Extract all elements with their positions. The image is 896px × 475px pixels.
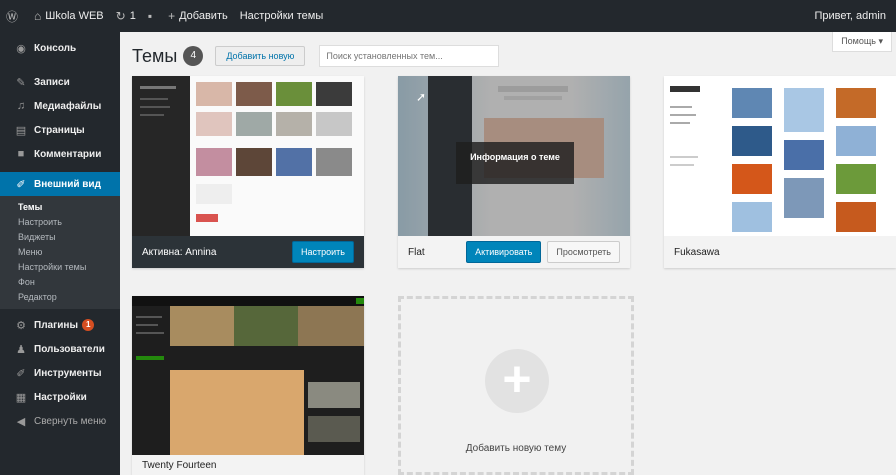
submenu-menus[interactable]: Меню	[0, 245, 120, 260]
collapse-menu-button[interactable]: ◀ Свернуть меню	[0, 409, 120, 433]
preview-theme-button[interactable]: Просмотреть	[547, 241, 620, 263]
customize-link[interactable]: Настройки темы	[234, 0, 330, 32]
user-icon: ♟	[16, 343, 26, 356]
theme-count-badge: 4	[183, 46, 204, 66]
page-icon: ▤	[15, 124, 27, 137]
activate-theme-button[interactable]: Активировать	[466, 241, 542, 263]
brush-icon: ✐	[16, 178, 26, 191]
theme-card-fukasawa[interactable]: Fukasawa	[664, 76, 896, 268]
add-new-theme-card[interactable]: + Добавить новую тему	[398, 296, 634, 475]
menu-plugins[interactable]: ⚙ Плагины 1	[0, 313, 120, 337]
cursor-icon: ➚	[416, 90, 427, 104]
admin-sidebar: ◉ Консоль ✎ Записи ♫ Медиафайлы ▤ Страницы ■…	[0, 32, 120, 475]
submenu-background[interactable]: Фон	[0, 275, 120, 290]
settings-icon: ▦	[15, 391, 27, 404]
menu-appearance[interactable]: ✐ Внешний вид	[0, 172, 120, 196]
pin-icon: ✎	[16, 76, 26, 89]
theme-actions-bar: Flat Активировать Просмотреть	[398, 236, 630, 268]
theme-actions-bar: Fukasawa	[664, 236, 896, 268]
theme-actions-bar: Twenty Fourteen	[132, 455, 364, 475]
theme-name: Fukasawa	[674, 246, 720, 258]
my-account-link[interactable]: Привет, admin	[808, 0, 896, 32]
comment-icon: ■	[17, 148, 25, 160]
theme-screenshot	[132, 76, 364, 236]
themes-page: Помощь ▾ Темы 4 Добавить новую Поиск уст…	[120, 32, 896, 475]
page-header: Темы 4 Добавить новую	[132, 44, 500, 68]
theme-name: Flat	[408, 246, 425, 258]
plugins-update-badge: 1	[82, 319, 95, 331]
submenu-customize[interactable]: Настроить	[0, 215, 120, 230]
plus-icon: +	[485, 349, 549, 413]
wrench-icon: ✐	[16, 367, 26, 380]
updates-link[interactable]: ↻ 1	[110, 0, 142, 32]
updates-icon: ↻	[115, 9, 126, 23]
collapse-icon: ◀	[16, 415, 26, 428]
theme-screenshot: ➚ Информация о теме	[398, 76, 630, 236]
add-new-theme-button[interactable]: Добавить новую	[215, 46, 306, 66]
menu-dashboard[interactable]: ◉ Консоль	[0, 36, 120, 60]
search-themes-input[interactable]	[319, 45, 500, 67]
plugin-icon: ⚙	[16, 319, 26, 332]
theme-screenshot	[132, 296, 364, 456]
page-title: Темы	[132, 45, 178, 66]
submenu-widgets[interactable]: Виджеты	[0, 230, 120, 245]
menu-pages[interactable]: ▤ Страницы	[0, 118, 120, 142]
menu-users[interactable]: ♟ Пользователи	[0, 337, 120, 361]
submenu-editor[interactable]: Редактор	[0, 290, 120, 305]
media-icon: ♫	[16, 100, 26, 112]
menu-comments[interactable]: ■ Комментарии	[0, 142, 120, 166]
menu-media[interactable]: ♫ Медиафайлы	[0, 94, 120, 118]
menu-settings[interactable]: ▦ Настройки	[0, 385, 120, 409]
home-icon: ⌂	[34, 9, 42, 23]
theme-card-twenty-fourteen[interactable]: Twenty Fourteen	[132, 296, 364, 475]
new-content-link[interactable]: + Добавить	[162, 0, 234, 32]
plus-icon: +	[168, 9, 176, 23]
wordpress-icon: Ⓦ	[6, 9, 19, 24]
help-tab-button[interactable]: Помощь ▾	[832, 32, 892, 52]
theme-screenshot	[664, 76, 896, 236]
submenu-themes[interactable]: Темы	[0, 200, 120, 215]
theme-name: Активна: Annina	[142, 246, 217, 258]
theme-card-annina[interactable]: Активна: Annina Настроить	[132, 76, 364, 268]
theme-card-flat[interactable]: ➚ Информация о теме Flat Активировать Пр…	[398, 76, 630, 268]
submenu-theme-settings[interactable]: Настройки темы	[0, 260, 120, 275]
wordpress-logo-button[interactable]: Ⓦ	[0, 0, 28, 32]
theme-name: Twenty Fourteen	[142, 459, 217, 471]
menu-tools[interactable]: ✐ Инструменты	[0, 361, 120, 385]
comments-link[interactable]: ▪	[142, 0, 162, 32]
menu-posts[interactable]: ✎ Записи	[0, 70, 120, 94]
theme-actions-bar: Активна: Annina Настроить	[132, 236, 364, 268]
dashboard-icon: ◉	[16, 42, 26, 55]
theme-details-button[interactable]: Информация о теме	[456, 142, 574, 184]
comment-icon: ▪	[147, 9, 153, 23]
add-new-theme-label: Добавить новую тему	[465, 443, 567, 454]
site-name-link[interactable]: ⌂ Шkola WEB	[28, 0, 110, 32]
admin-bar: Ⓦ ⌂ Шkola WEB ↻ 1 ▪ + Добавить Настройки те…	[0, 0, 896, 32]
customize-theme-button[interactable]: Настроить	[292, 241, 354, 263]
appearance-submenu: Темы Настроить Виджеты Меню Настройки те…	[0, 196, 120, 309]
